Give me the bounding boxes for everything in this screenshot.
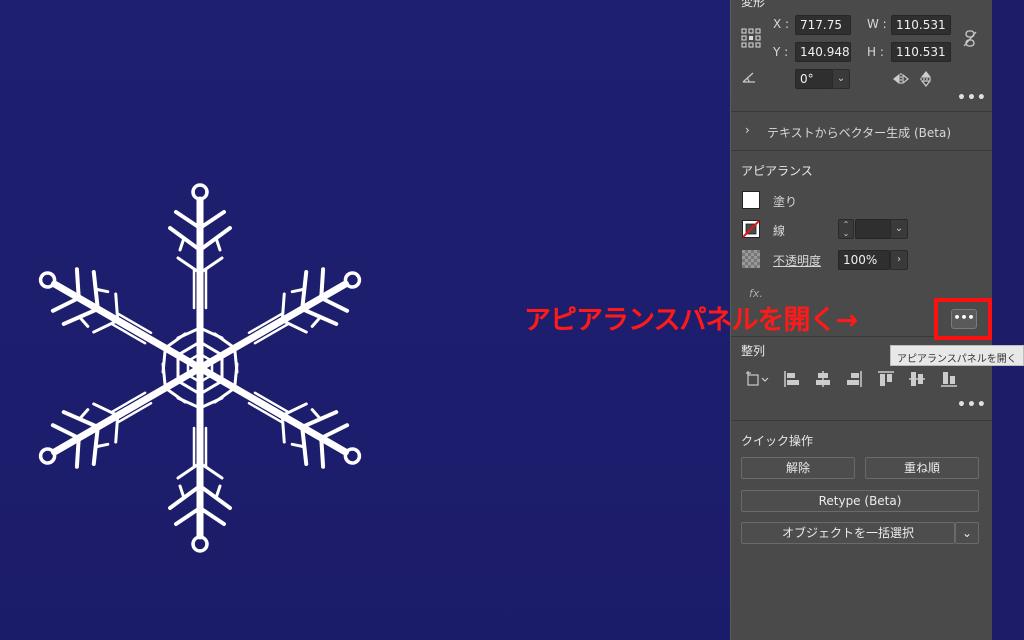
align-more-options-button[interactable]: ••• (957, 397, 987, 413)
align-right-icon[interactable] (845, 370, 863, 388)
opacity-label[interactable]: 不透明度 (773, 252, 821, 269)
chevron-right-icon[interactable]: › (745, 123, 750, 137)
reference-point-icon[interactable] (741, 28, 761, 48)
quick-actions-section-title: クイック操作 (741, 434, 814, 448)
canvas-edge (992, 0, 1024, 640)
w-label: W : (867, 17, 887, 31)
fill-swatch[interactable] (742, 191, 760, 209)
snowflake-artwork[interactable] (0, 160, 400, 560)
constrain-proportions-icon[interactable] (963, 30, 977, 48)
transform-more-options-button[interactable]: ••• (957, 90, 987, 106)
text-to-vector-label[interactable]: テキストからベクター生成 (Beta) (767, 124, 951, 141)
stroke-weight-stepper[interactable]: ⌃ ⌄ (838, 219, 854, 239)
select-same-dropdown-button[interactable]: ⌄ (955, 522, 979, 544)
opacity-field[interactable]: 100% (838, 250, 890, 270)
open-appearance-panel-button[interactable]: ••• (951, 309, 977, 329)
fill-label: 塗り (773, 195, 798, 209)
stroke-swatch[interactable] (742, 220, 760, 238)
transform-section-title: 変形 (741, 0, 766, 9)
x-field[interactable]: 717.75 (795, 15, 851, 35)
appearance-section-title: アピアランス (741, 164, 813, 178)
app-window: 変形 X : 717.75 Y : 140.948 W : 110.531 H … (0, 0, 1024, 640)
rotate-dropdown-button[interactable]: ⌄ (832, 69, 850, 89)
divider (731, 111, 993, 112)
opacity-arrow-button[interactable]: › (890, 250, 908, 270)
release-button[interactable]: 解除 (741, 457, 855, 479)
divider (731, 420, 993, 421)
align-left-icon[interactable] (783, 370, 801, 388)
align-section-title: 整列 (741, 344, 766, 358)
height-field[interactable]: 110.531 (891, 42, 951, 62)
x-label: X : (773, 17, 790, 31)
arrange-button[interactable]: 重ね順 (865, 457, 979, 479)
y-field[interactable]: 140.948 (795, 42, 851, 62)
y-label: Y : (773, 45, 789, 59)
flip-horizontal-icon[interactable] (893, 72, 909, 86)
align-vertical-center-icon[interactable] (908, 370, 926, 388)
annotation-callout: アピアランスパネルを開く→ (524, 305, 858, 336)
rotate-angle-icon (742, 72, 755, 83)
stroke-weight-dropdown-button[interactable]: ⌄ (890, 219, 908, 239)
align-horizontal-center-icon[interactable] (814, 370, 832, 388)
flip-vertical-icon[interactable] (919, 71, 933, 87)
opacity-checker-icon (742, 250, 760, 268)
align-top-icon[interactable] (877, 370, 895, 388)
select-same-objects-button[interactable]: オブジェクトを一括選択 (741, 522, 955, 544)
width-field[interactable]: 110.531 (891, 15, 951, 35)
h-label: H : (867, 45, 884, 59)
rotate-field[interactable]: 0° (795, 69, 833, 89)
align-bottom-icon[interactable] (940, 370, 958, 388)
stroke-label[interactable]: 線 (773, 222, 785, 239)
divider (731, 150, 993, 151)
align-to-selection-icon[interactable] (745, 370, 771, 388)
stroke-weight-field[interactable] (855, 219, 891, 239)
tooltip: アピアランスパネルを開く (890, 345, 1024, 366)
retype-button[interactable]: Retype (Beta) (741, 490, 979, 512)
